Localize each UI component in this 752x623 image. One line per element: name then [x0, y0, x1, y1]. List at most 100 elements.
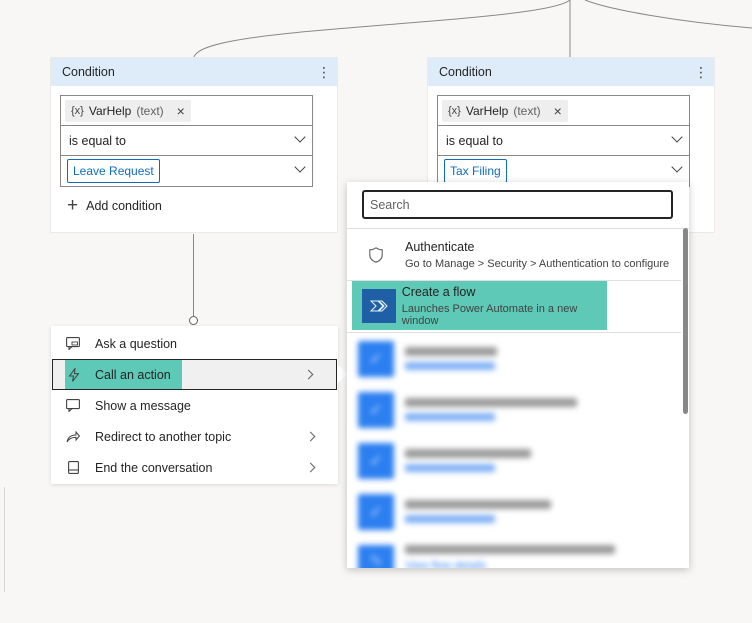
condition-editor: {x} VarHelp (text) × is equal to Tax Fil…: [437, 95, 690, 187]
flow-title-redacted: [405, 449, 531, 458]
menu-item-show-message[interactable]: Show a message: [51, 390, 338, 421]
variable-icon: {x}: [448, 104, 461, 117]
variable-chip[interactable]: {x} VarHelp (text) ×: [65, 99, 191, 122]
flow-title-redacted: [405, 398, 577, 407]
remove-variable-icon[interactable]: ×: [177, 103, 185, 119]
operator-dropdown[interactable]: is equal to: [438, 126, 689, 156]
flow-icon: ✓: [347, 391, 405, 428]
search-input[interactable]: [364, 192, 671, 217]
menu-item-ask-question[interactable]: Ask a question: [51, 328, 338, 359]
add-node-circle[interactable]: [189, 316, 198, 325]
menu-item-label: End the conversation: [95, 460, 213, 475]
condition-title: Condition: [439, 65, 492, 79]
flyout-scrollbar[interactable]: [683, 228, 688, 414]
item-subtitle: Launches Power Automate in a new window: [401, 302, 578, 327]
flow-item[interactable]: ✓: [347, 486, 681, 537]
more-options-icon[interactable]: ⋮: [694, 65, 708, 79]
flow-tile: ✓: [358, 442, 394, 479]
flow-link-redacted: [405, 413, 495, 421]
remove-variable-icon[interactable]: ×: [554, 103, 562, 119]
chevron-down-icon: [294, 161, 306, 173]
canvas-edge: [4, 487, 5, 592]
flow-icon: ∿: [347, 545, 405, 568]
variable-name: VarHelp: [88, 103, 132, 118]
add-node-menu: Ask a question Call an action Show a mes…: [51, 326, 338, 484]
flow-link-redacted: [405, 464, 495, 472]
item-subtitle: Go to Manage > Security > Authentication…: [405, 257, 670, 270]
create-flow-text: Create a flow Launches Power Automate in…: [402, 285, 607, 327]
flow-icon: ✓: [347, 340, 405, 377]
flow-title-redacted: [405, 500, 551, 509]
end-conversation-icon: [51, 461, 95, 474]
plus-icon: +: [67, 195, 79, 216]
flow-text: View flow details: [405, 545, 615, 568]
blurred-flow-list: ✓ ✓ ✓ ✓ ∿ View flow details: [347, 333, 681, 568]
message-icon: [51, 399, 95, 412]
flow-tile: ✓: [358, 493, 394, 530]
menu-item-end-conversation[interactable]: End the conversation: [51, 452, 338, 483]
flow-tile: ∿: [358, 545, 394, 568]
item-title: Create a flow: [401, 284, 476, 299]
variable-name: VarHelp: [465, 103, 509, 118]
chevron-down-icon: [671, 131, 683, 143]
menu-item-label: Ask a question: [95, 336, 177, 351]
value-chip[interactable]: Leave Request: [67, 159, 160, 183]
condition-title: Condition: [62, 65, 115, 79]
add-condition-label: Add condition: [86, 199, 162, 213]
create-flow-item[interactable]: Create a flow Launches Power Automate in…: [352, 281, 607, 330]
redirect-icon: [51, 430, 95, 443]
menu-item-redirect-topic[interactable]: Redirect to another topic: [51, 421, 338, 452]
authenticate-item[interactable]: Authenticate Go to Manage > Security > A…: [347, 229, 681, 280]
flow-icon: ✓: [347, 493, 405, 530]
flow-link-redacted: [405, 362, 495, 370]
condition-card-1: Condition ⋮ {x} VarHelp (text) × is equa…: [50, 57, 338, 233]
flow-item[interactable]: ∿ View flow details: [347, 537, 681, 568]
condition-header: Condition ⋮: [51, 58, 337, 86]
variable-row[interactable]: {x} VarHelp (text) ×: [61, 96, 312, 126]
search-box[interactable]: [362, 190, 673, 219]
menu-item-label: Show a message: [95, 398, 191, 413]
operator-value: is equal to: [446, 133, 503, 148]
flow-text: [405, 449, 531, 472]
more-options-icon[interactable]: ⋮: [317, 65, 331, 79]
flow-tile: ✓: [358, 391, 394, 428]
flow-item[interactable]: ✓: [347, 333, 681, 384]
item-title: Authenticate: [405, 239, 475, 254]
add-condition-button[interactable]: + Add condition: [67, 195, 162, 216]
variable-icon: {x}: [71, 104, 84, 117]
flow-title-redacted: [405, 347, 497, 356]
ask-question-icon: [51, 337, 95, 350]
view-flow-details-link[interactable]: View flow details: [405, 560, 615, 568]
shield-icon: [347, 246, 405, 263]
flow-tile: ✓: [358, 340, 394, 377]
variable-type: (text): [513, 103, 541, 118]
variable-chip[interactable]: {x} VarHelp (text) ×: [442, 99, 568, 122]
operator-dropdown[interactable]: is equal to: [61, 126, 312, 156]
condition-editor: {x} VarHelp (text) × is equal to Leave R…: [60, 95, 313, 187]
condition-header: Condition ⋮: [428, 58, 714, 86]
action-list: Authenticate Go to Manage > Security > A…: [347, 229, 681, 568]
chevron-right-icon: [303, 369, 314, 380]
chevron-down-icon: [671, 161, 683, 173]
value-dropdown[interactable]: Leave Request: [61, 156, 312, 186]
chevron-right-icon: [305, 462, 316, 473]
flow-link-redacted: [405, 515, 495, 523]
operator-value: is equal to: [69, 133, 126, 148]
menu-item-label: Redirect to another topic: [95, 429, 232, 444]
flow-text: [405, 347, 497, 370]
power-automate-tile: [361, 288, 396, 323]
variable-row[interactable]: {x} VarHelp (text) ×: [438, 96, 689, 126]
action-flyout: Authenticate Go to Manage > Security > A…: [347, 182, 689, 568]
menu-item-call-action[interactable]: Call an action: [52, 359, 337, 390]
chevron-right-icon: [305, 431, 316, 442]
value-chip[interactable]: Tax Filing: [444, 159, 507, 183]
flow-item[interactable]: ✓: [347, 384, 681, 435]
chevron-down-icon: [294, 131, 306, 143]
menu-item-label: Call an action: [95, 367, 171, 382]
flow-title-redacted: [405, 545, 615, 554]
lightning-icon: [53, 367, 95, 382]
variable-type: (text): [136, 103, 164, 118]
flow-text: [405, 500, 551, 523]
power-automate-icon: [356, 288, 402, 323]
flow-item[interactable]: ✓: [347, 435, 681, 486]
